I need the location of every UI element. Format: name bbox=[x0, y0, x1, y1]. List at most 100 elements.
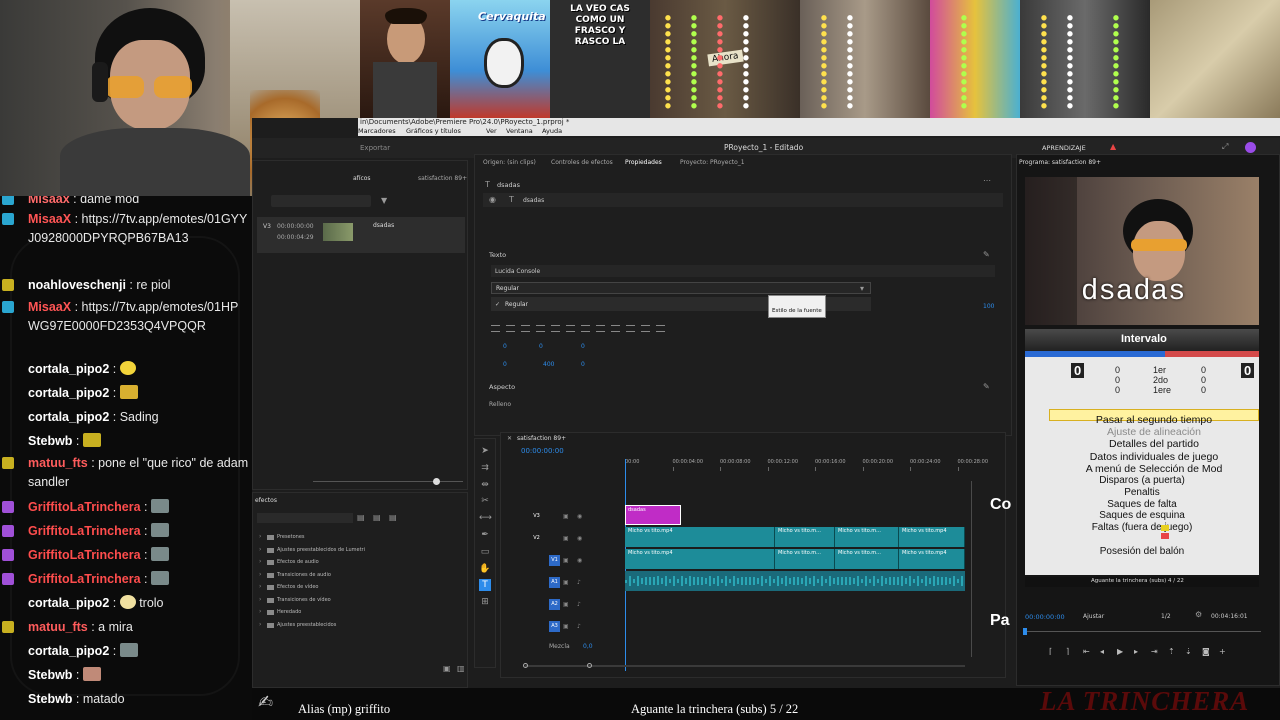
track-target-v2[interactable]: V2 bbox=[531, 533, 542, 544]
kerning-value[interactable]: 0 bbox=[539, 343, 543, 350]
font-dropdown[interactable]: Lucida Console bbox=[491, 265, 995, 277]
gpu-icon[interactable]: ▤ bbox=[389, 514, 397, 522]
zoom-slider-handle[interactable] bbox=[433, 478, 440, 485]
indent-value[interactable]: 0 bbox=[581, 361, 585, 368]
align-button-icon[interactable] bbox=[581, 325, 590, 332]
razor-icon[interactable]: ✂ bbox=[479, 495, 491, 507]
align-button-icon[interactable] bbox=[491, 325, 500, 332]
effects-tab[interactable]: efectos bbox=[255, 497, 277, 504]
timeline-tab[interactable]: satisfaction 89+ bbox=[517, 435, 566, 442]
lock-icon[interactable]: ▣ bbox=[563, 513, 569, 520]
program-tab[interactable]: Programa: satisfaction 89+ bbox=[1019, 159, 1101, 166]
align-button-icon[interactable] bbox=[506, 325, 515, 332]
type-tool-icon[interactable]: T bbox=[479, 579, 491, 592]
chat-username[interactable]: cortala_pipo2 bbox=[28, 362, 109, 376]
chat-username[interactable]: MisaaX bbox=[28, 212, 71, 226]
eye-icon[interactable]: ◉ bbox=[489, 196, 496, 204]
caption-icon[interactable]: ⊞ bbox=[479, 596, 491, 608]
align-button-icon[interactable] bbox=[626, 325, 635, 332]
tracking-value[interactable]: 0 bbox=[503, 343, 507, 350]
video-clip[interactable]: Micho vs tito.m... bbox=[835, 549, 899, 569]
effects-folder[interactable]: › Presetones bbox=[259, 533, 459, 543]
align-button-icon[interactable] bbox=[521, 325, 530, 332]
effects-folder[interactable]: › Efectos de audio bbox=[259, 558, 459, 568]
chat-username[interactable]: Misaax bbox=[28, 196, 70, 206]
vertical-scroll[interactable] bbox=[971, 481, 972, 657]
hand-icon[interactable]: ✋ bbox=[479, 563, 491, 575]
learn-button[interactable]: APRENDIZAJE bbox=[1042, 144, 1086, 152]
chat-username[interactable]: GriffitoLaTrinchera bbox=[28, 548, 141, 562]
menu-option[interactable]: Pasar al segundo tiempo bbox=[1049, 409, 1259, 426]
chat-username[interactable]: cortala_pipo2 bbox=[28, 644, 109, 658]
play-icon[interactable]: ▶ bbox=[1117, 647, 1123, 656]
timeline-ruler[interactable]: 00:00 00:00:04:00 00:00:08:00 00:00:12:00 00… bbox=[625, 459, 988, 473]
timeline-timecode[interactable]: 00:00:00:00 bbox=[521, 447, 564, 455]
program-resolution[interactable]: 1/2 bbox=[1161, 613, 1171, 620]
scrubber-head[interactable] bbox=[1023, 628, 1027, 635]
lock-icon[interactable]: ▣ bbox=[563, 601, 569, 608]
align-button-icon[interactable] bbox=[611, 325, 620, 332]
menu-item-2[interactable]: Ver bbox=[486, 127, 497, 135]
yuv-icon[interactable]: ▤ bbox=[373, 514, 381, 522]
menu-option[interactable]: Datos individuales de juego bbox=[1049, 447, 1259, 463]
zoom-slider[interactable] bbox=[313, 478, 463, 485]
video-clip[interactable]: Micho vs tito.mp4 bbox=[625, 549, 775, 569]
tab-0[interactable]: Origen: (sin clips) bbox=[483, 159, 536, 166]
program-scrubber[interactable] bbox=[1023, 628, 1261, 635]
filter-icon[interactable]: ▼ bbox=[381, 197, 387, 205]
track-target-a2[interactable]: A2 bbox=[549, 599, 560, 610]
tab-2[interactable]: Propiedades bbox=[625, 159, 662, 166]
eye-icon[interactable]: ◉ bbox=[577, 535, 582, 542]
align-button-icon[interactable] bbox=[656, 325, 665, 332]
chat-username[interactable]: GriffitoLaTrinchera bbox=[28, 572, 141, 586]
timeline-scroll[interactable] bbox=[523, 663, 965, 668]
step-forward-icon[interactable]: ▸ bbox=[1134, 647, 1138, 656]
wrench-icon[interactable]: ✎ bbox=[983, 251, 990, 259]
chat-username[interactable]: Stebwb bbox=[28, 668, 72, 682]
mark-out-icon[interactable]: ⌉ bbox=[1066, 647, 1069, 656]
effects-folder[interactable]: › Transiciones de vídeo bbox=[259, 596, 459, 606]
track-target-v3[interactable]: V3 bbox=[531, 511, 542, 522]
menu-option[interactable]: A menú de Selección de Mod bbox=[1049, 459, 1259, 475]
chat-username[interactable]: Stebwb bbox=[28, 692, 72, 706]
add-icon[interactable]: + bbox=[1219, 647, 1226, 656]
wrench-icon[interactable]: ✎ bbox=[983, 383, 990, 391]
eye-icon[interactable]: ◉ bbox=[577, 557, 582, 564]
chat-username[interactable]: matuu_fts bbox=[28, 620, 88, 634]
program-fit[interactable]: Ajustar bbox=[1083, 613, 1104, 620]
lift-icon[interactable]: ⇡ bbox=[1168, 647, 1175, 656]
tab-1[interactable]: Controles de efectos bbox=[551, 159, 613, 166]
alert-icon[interactable]: ▲ bbox=[1110, 143, 1116, 151]
effects-folder[interactable]: › Transiciones de audio bbox=[259, 571, 459, 581]
trash-icon[interactable]: ▥ bbox=[457, 665, 465, 673]
new-folder-icon[interactable]: ▣ bbox=[443, 665, 451, 673]
align-button-icon[interactable] bbox=[566, 325, 575, 332]
mix-value[interactable]: 0,0 bbox=[583, 643, 593, 650]
go-to-out-icon[interactable]: ⇥ bbox=[1151, 647, 1158, 656]
menu-option[interactable]: Detalles del partido bbox=[1049, 434, 1259, 450]
menu-item-1[interactable]: Gráficos y títulos bbox=[406, 127, 461, 135]
selection-tool-icon[interactable]: ➤ bbox=[479, 445, 491, 457]
scroll-handle-left[interactable] bbox=[523, 663, 528, 668]
effects-folder[interactable]: › Ajustes preestablecidos de Lumetri bbox=[259, 546, 459, 556]
mic-icon[interactable]: ♪ bbox=[577, 601, 581, 608]
effects-search[interactable] bbox=[257, 513, 353, 523]
section-text-heading[interactable]: Texto bbox=[489, 251, 506, 259]
chat-username[interactable]: matuu_fts bbox=[28, 456, 88, 470]
video-clip[interactable]: Micho vs tito.mp4 bbox=[899, 527, 965, 547]
step-back-icon[interactable]: ◂ bbox=[1100, 647, 1104, 656]
chat-username[interactable]: noahloveschenji bbox=[28, 278, 126, 292]
chat-username[interactable]: Stebwb bbox=[28, 434, 72, 448]
effects-folder[interactable]: › Ajustes preestablecidos bbox=[259, 621, 459, 631]
scroll-handle-right[interactable] bbox=[587, 663, 592, 668]
mic-icon[interactable]: ♪ bbox=[577, 623, 581, 630]
fullscreen-icon[interactable]: ⤢ bbox=[1222, 143, 1228, 151]
chat-username[interactable]: cortala_pipo2 bbox=[28, 596, 109, 610]
track-target-v1[interactable]: V1 bbox=[549, 555, 560, 566]
settings-icon[interactable]: ⚙ bbox=[1195, 611, 1202, 619]
tsume-value[interactable]: 400 bbox=[543, 361, 554, 368]
slip-icon[interactable]: ⟷ bbox=[479, 512, 492, 524]
more-options-icon[interactable]: ⋯ bbox=[983, 177, 991, 185]
chat-username[interactable]: cortala_pipo2 bbox=[28, 410, 109, 424]
export-tab[interactable]: Exportar bbox=[360, 144, 390, 152]
